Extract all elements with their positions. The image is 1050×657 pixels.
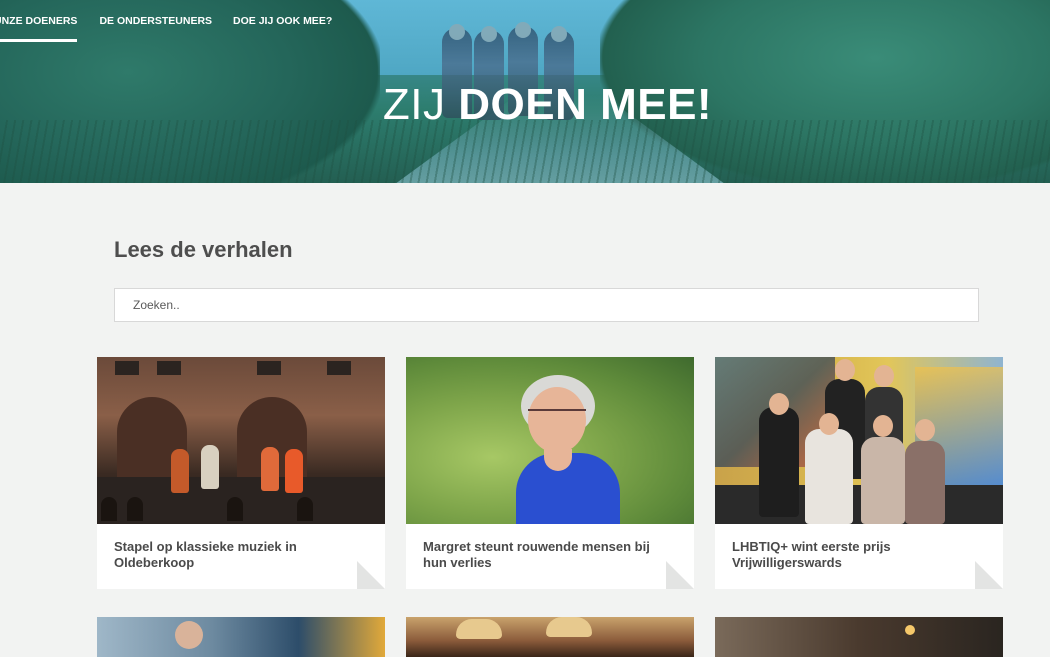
hero-title: ZIJ DOEN MEE!	[0, 80, 1050, 130]
card-corner-fold	[666, 561, 694, 589]
main-nav: UNZE DOENERS DE ONDERSTEUNERS DOE JIJ OO…	[0, 0, 332, 42]
nav-item-doe-mee[interactable]: DOE JIJ OOK MEE?	[233, 0, 332, 42]
story-card-title: Stapel op klassieke muziek in Oldeberkoo…	[114, 539, 297, 570]
woman-portrait-photo	[406, 357, 694, 524]
story-card[interactable]: LHBTIQ+ wint eerste prijs Vrijwilligersw…	[715, 357, 1003, 589]
nav-item-doeners[interactable]: UNZE DOENERS	[0, 0, 78, 42]
hero-banner: ZIJ DOEN MEE! UNZE DOENERS DE ONDERSTEUN…	[0, 0, 1050, 183]
man-photo	[97, 617, 385, 657]
story-card[interactable]	[715, 617, 1003, 657]
card-corner-fold	[975, 561, 1003, 589]
story-card-title: LHBTIQ+ wint eerste prijs Vrijwilligersw…	[732, 539, 891, 570]
story-card[interactable]: Stapel op klassieke muziek in Oldeberkoo…	[97, 357, 385, 589]
concert-photo	[97, 357, 385, 524]
search-input[interactable]	[115, 289, 978, 321]
hero-title-bold: DOEN MEE!	[458, 80, 713, 129]
group-photo	[715, 357, 1003, 524]
cafe-lamps-photo	[406, 617, 694, 657]
search-box	[114, 288, 979, 322]
story-card-title: Margret steunt rouwende mensen bij hun v…	[423, 539, 650, 570]
section-title: Lees de verhalen	[114, 237, 293, 262]
story-card[interactable]: Margret steunt rouwende mensen bij hun v…	[406, 357, 694, 589]
nav-item-ondersteuners[interactable]: DE ONDERSTEUNERS	[99, 0, 212, 42]
story-card[interactable]	[406, 617, 694, 657]
interior-photo	[715, 617, 1003, 657]
story-card[interactable]	[97, 617, 385, 657]
card-corner-fold	[357, 561, 385, 589]
hero-title-light: ZIJ	[382, 80, 446, 129]
